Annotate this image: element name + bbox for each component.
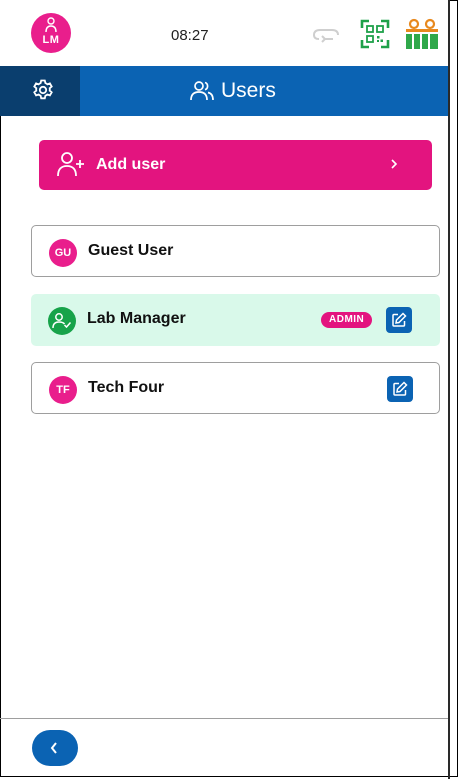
user-name: Lab Manager: [87, 310, 186, 327]
clock: 08:27: [171, 27, 209, 44]
gear-icon: [33, 79, 53, 100]
user-avatar: [48, 307, 76, 335]
chevron-right-icon: [391, 159, 398, 169]
back-button[interactable]: [32, 730, 78, 766]
battery-icon: [406, 18, 438, 49]
edit-user-button[interactable]: [387, 376, 413, 402]
user-row-tech-four[interactable]: TF Tech Four: [31, 362, 440, 414]
settings-button[interactable]: [0, 66, 80, 116]
user-row-lab-manager[interactable]: Lab Manager ADMIN: [31, 294, 440, 346]
status-bar: LM 08:27: [0, 0, 448, 66]
page-title: Users: [190, 78, 276, 104]
user-check-icon: [52, 313, 72, 329]
users-icon: [190, 81, 214, 101]
current-user-avatar[interactable]: LM: [31, 13, 71, 53]
current-user-initials: LM: [42, 34, 60, 46]
edit-icon: [393, 381, 408, 396]
user-row-guest-user[interactable]: GU Guest User: [31, 225, 440, 277]
qr-scanner-icon[interactable]: [360, 19, 390, 49]
add-user-icon: [57, 152, 84, 177]
sync-icon: [313, 29, 339, 43]
edit-icon: [392, 312, 407, 327]
edit-user-button[interactable]: [386, 307, 412, 333]
add-user-label: Add user: [96, 156, 166, 173]
user-avatar: GU: [49, 239, 77, 267]
user-name: Guest User: [88, 242, 174, 259]
add-user-button[interactable]: Add user: [39, 140, 432, 190]
header-bar: Users: [0, 66, 448, 116]
page-title-text: Users: [221, 79, 276, 102]
user-avatar: TF: [49, 376, 77, 404]
chevron-left-icon: [50, 742, 57, 754]
person-icon: [45, 17, 57, 33]
frame-edge: [448, 0, 450, 779]
footer-divider: [0, 718, 448, 719]
user-name: Tech Four: [88, 379, 165, 396]
admin-badge: ADMIN: [321, 312, 373, 328]
